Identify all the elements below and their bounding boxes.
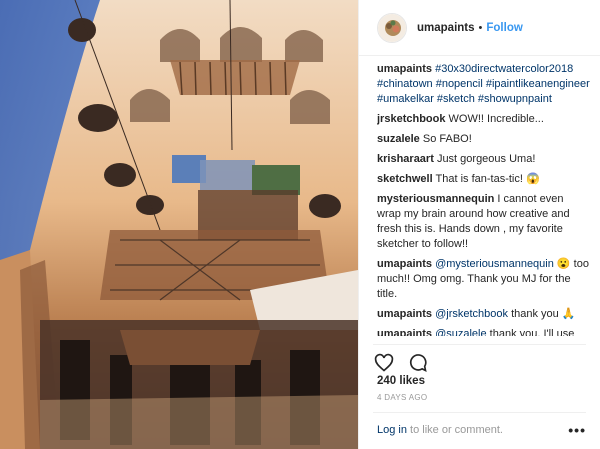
post-timestamp: 4 DAYS AGO	[377, 393, 428, 402]
post-sidebar: umapaints • Follow umapaints #30x30direc…	[358, 0, 600, 449]
separator-dot: •	[478, 21, 483, 34]
login-prompt-text: to like or comment.	[410, 424, 503, 436]
comment-mention[interactable]: @mysteriousmannequin	[435, 258, 554, 270]
comment-username[interactable]: umapaints	[377, 328, 432, 336]
comment-item: jrsketchbook WOW!! Incredible...	[377, 112, 590, 127]
comment-item: krisharaart Just gorgeous Uma!	[377, 152, 590, 167]
comment-text: thank you 🙏	[511, 308, 576, 320]
post-image-watercolor[interactable]	[0, 0, 358, 449]
comment-username[interactable]: mysteriousmannequin	[377, 193, 494, 205]
more-options-icon[interactable]: •••	[568, 422, 586, 438]
comment-username[interactable]: umapaints	[377, 308, 432, 320]
login-prompt: Log in to like or comment.	[377, 424, 503, 436]
comment-username[interactable]: krisharaart	[377, 153, 434, 165]
comment-text: Just gorgeous Uma!	[436, 153, 536, 165]
likes-count[interactable]: 240 likes	[377, 375, 425, 387]
avatar[interactable]	[377, 12, 407, 43]
comment-username[interactable]: umapaints	[377, 258, 432, 270]
comments-list[interactable]: umapaints #30x30directwatercolor2018 #ch…	[377, 62, 590, 336]
comment-text: So FABO!	[422, 133, 472, 145]
comment-text: That is fan-tas-tic! 😱	[435, 173, 540, 185]
comment-username[interactable]: suzalele	[377, 133, 420, 145]
comment-item: mysteriousmannequin I cannot even wrap m…	[377, 192, 590, 252]
comment-item: umapaints @mysteriousmannequin 😮 too muc…	[377, 257, 590, 302]
action-bar	[373, 344, 586, 374]
comment-mention[interactable]: @jrsketchbook	[435, 308, 508, 320]
login-footer: Log in to like or comment. •••	[373, 412, 586, 447]
comment-mention[interactable]: @suzalele	[435, 328, 487, 336]
login-link[interactable]: Log in	[377, 424, 407, 436]
comment-username[interactable]: jrsketchbook	[377, 113, 445, 125]
follow-button[interactable]: Follow	[486, 22, 522, 34]
comment-item: umapaints @suzalele thank you. I'll use …	[377, 327, 590, 336]
comment-item: suzalele So FABO!	[377, 132, 590, 147]
comment-bubble-icon[interactable]	[407, 352, 429, 374]
instagram-post: umapaints • Follow umapaints #30x30direc…	[0, 0, 600, 449]
comment-username[interactable]: sketchwell	[377, 173, 433, 185]
caption: umapaints #30x30directwatercolor2018 #ch…	[377, 62, 590, 107]
comment-item: umapaints @jrsketchbook thank you 🙏	[377, 307, 590, 322]
username-link[interactable]: umapaints	[417, 22, 475, 34]
comment-item: sketchwell That is fan-tas-tic! 😱	[377, 172, 590, 187]
post-header: umapaints • Follow	[359, 0, 600, 56]
caption-username[interactable]: umapaints	[377, 63, 432, 75]
comment-text: WOW!! Incredible...	[448, 113, 544, 125]
heart-icon[interactable]	[373, 352, 395, 374]
